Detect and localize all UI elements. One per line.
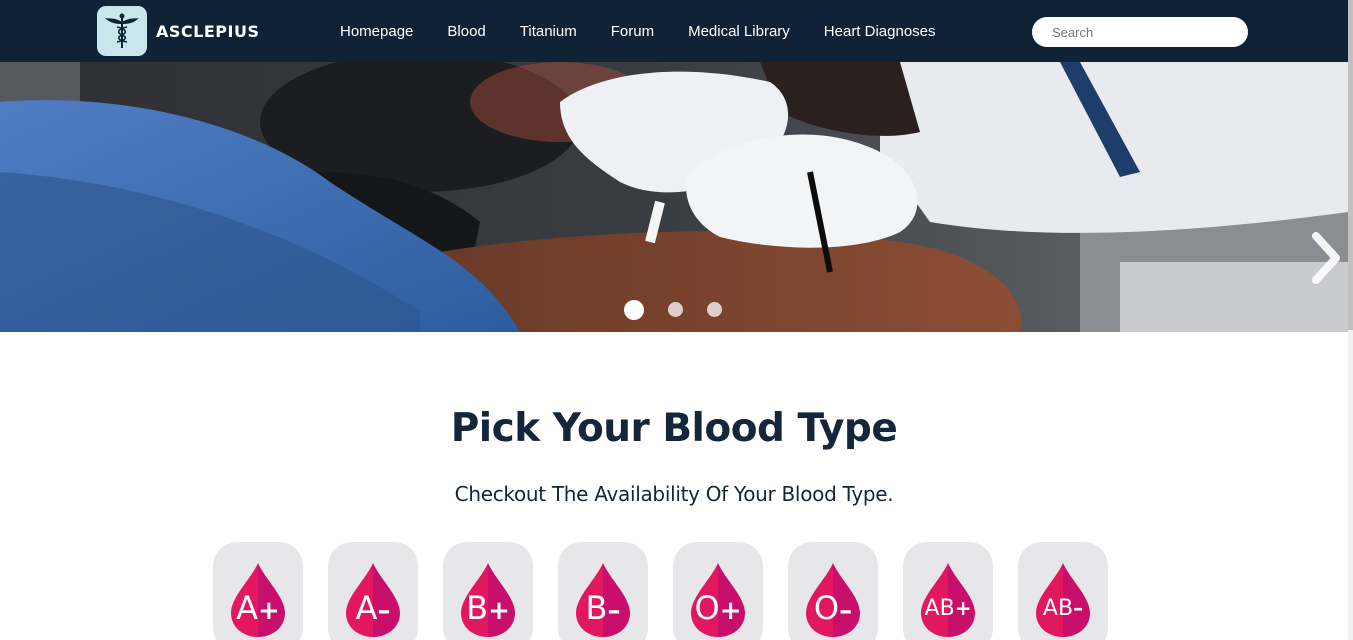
blood-type-sign: – xyxy=(1073,596,1084,620)
nav-link-homepage[interactable]: Homepage xyxy=(340,23,413,40)
blood-type-label: A– xyxy=(342,592,404,624)
carousel-dot-2[interactable] xyxy=(668,302,683,317)
blood-type-label: B– xyxy=(572,592,634,624)
blood-type-sign: – xyxy=(839,596,853,626)
carousel-dot-3[interactable] xyxy=(707,302,722,317)
nav-link-forum[interactable]: Forum xyxy=(611,23,654,40)
blood-type-letter: A xyxy=(236,589,259,627)
blood-type-label: B+ xyxy=(457,592,519,624)
blood-type-letter: B xyxy=(585,589,608,627)
nav-links: Homepage Blood Titanium Forum Medical Li… xyxy=(340,0,970,62)
blood-type-card-aneg[interactable]: A– xyxy=(328,542,418,640)
blood-type-card-abpos[interactable]: AB+ xyxy=(903,542,993,640)
blood-type-card-abneg[interactable]: AB– xyxy=(1018,542,1108,640)
nav-link-titanium[interactable]: Titanium xyxy=(520,23,577,40)
blood-type-sign: + xyxy=(258,596,280,626)
section-title: Pick Your Blood Type xyxy=(450,406,898,451)
chevron-right-icon[interactable] xyxy=(1306,228,1346,288)
nav-link-blood[interactable]: Blood xyxy=(447,23,485,40)
blood-type-label: AB– xyxy=(1032,598,1094,620)
scrollbar[interactable] xyxy=(1348,0,1353,640)
blood-type-letter: A xyxy=(355,589,378,627)
blood-type-letter: B xyxy=(466,589,489,627)
blood-type-letter: O xyxy=(694,589,720,627)
blood-type-card-apos[interactable]: A+ xyxy=(213,542,303,640)
brand-name: ASCLEPIUS xyxy=(156,21,260,41)
nav-link-heart-diagnoses[interactable]: Heart Diagnoses xyxy=(824,23,936,40)
blood-type-letter: O xyxy=(813,589,840,627)
blood-type-sign: – xyxy=(607,596,621,626)
blood-type-card-bpos[interactable]: B+ xyxy=(443,542,533,640)
scrollbar-thumb[interactable] xyxy=(1348,0,1353,330)
carousel-dot-1[interactable] xyxy=(624,300,644,320)
blood-type-card-opos[interactable]: O+ xyxy=(673,542,763,640)
nav-link-medical-library[interactable]: Medical Library xyxy=(688,23,790,40)
page: ASCLEPIUS Homepage Blood Titanium Forum … xyxy=(0,0,1353,640)
blood-type-label: AB+ xyxy=(917,598,979,620)
search-input[interactable] xyxy=(1032,17,1248,47)
blood-type-card-oneg[interactable]: O– xyxy=(788,542,878,640)
blood-type-letter: AB xyxy=(924,596,955,621)
blood-type-cards: A+ A– B+ B– O+ O– AB+ AB– xyxy=(0,542,1348,640)
blood-type-sign: + xyxy=(954,596,972,620)
blood-draw-photo xyxy=(0,62,1348,332)
navbar: ASCLEPIUS Homepage Blood Titanium Forum … xyxy=(0,0,1348,62)
blood-type-sign: + xyxy=(719,596,742,626)
blood-type-sign: – xyxy=(377,596,391,626)
section-subtitle: Checkout The Availability Of Your Blood … xyxy=(454,482,894,506)
blood-type-label: O+ xyxy=(687,592,749,624)
hero-carousel xyxy=(0,62,1348,332)
blood-type-label: A+ xyxy=(227,592,289,624)
carousel-indicators xyxy=(0,300,1348,324)
blood-type-letter: AB xyxy=(1042,596,1074,621)
blood-type-card-bneg[interactable]: B– xyxy=(558,542,648,640)
caduceus-icon xyxy=(97,6,147,56)
blood-type-sign: + xyxy=(488,596,510,626)
blood-type-label: O– xyxy=(802,592,864,624)
brand[interactable]: ASCLEPIUS xyxy=(97,6,259,56)
